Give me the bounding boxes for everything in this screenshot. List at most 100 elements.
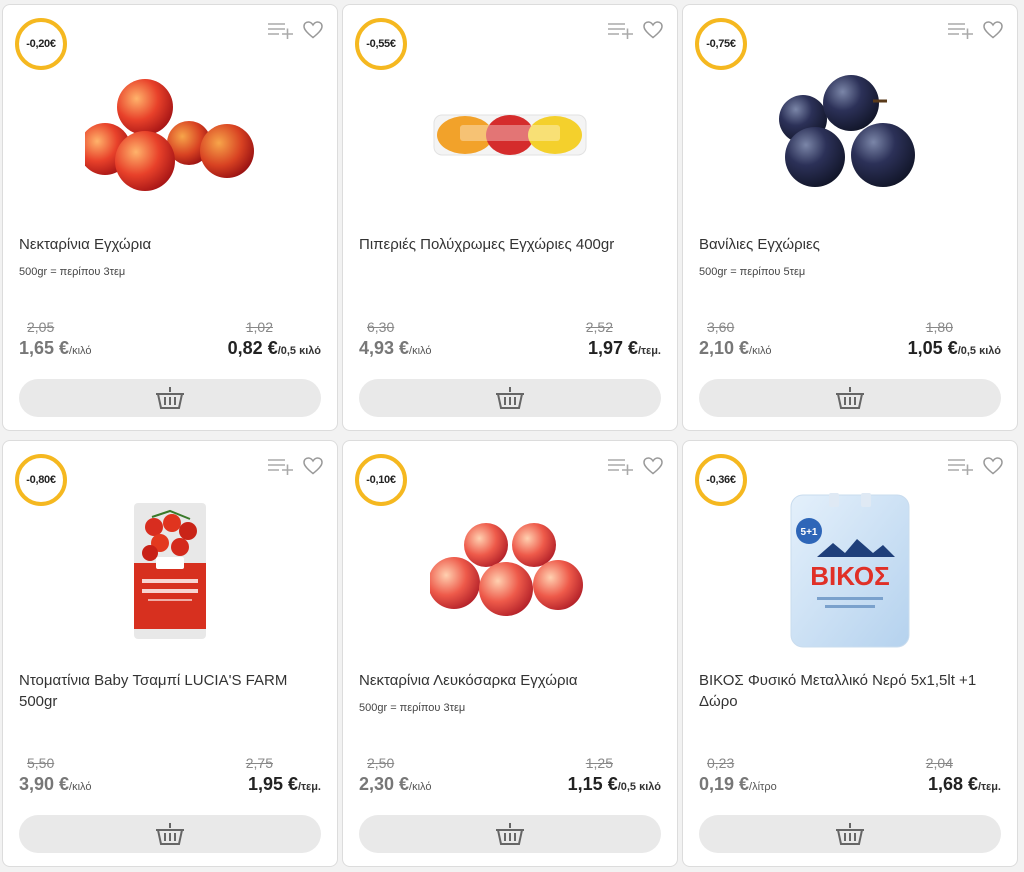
add-to-cart-button[interactable] — [19, 815, 321, 853]
item-price-label: /τεμ. — [978, 781, 1001, 793]
unit-price-value: 2,10 € — [699, 338, 750, 358]
product-card[interactable]: -0,20€ Νεκταρίνια Εγχώρια 500gr = περίπο… — [2, 4, 338, 431]
favorite-heart-icon[interactable] — [983, 21, 1003, 39]
basket-icon — [836, 823, 864, 845]
add-to-list-icon[interactable] — [947, 457, 975, 475]
old-price: 2,52 — [585, 319, 613, 335]
product-weight-note: 500gr = περίπου 3τεμ — [359, 702, 466, 714]
basket-icon — [156, 823, 184, 845]
product-name[interactable]: ΒΙΚΟΣ Φυσικό Μεταλλικό Νερό 5x1,5lt +1 Δ… — [699, 670, 1001, 712]
add-to-cart-button[interactable] — [19, 379, 321, 417]
basket-icon — [496, 823, 524, 845]
card-actions — [607, 21, 663, 39]
basket-icon — [496, 387, 524, 409]
item-price: 1,15 €/0,5 κιλό — [568, 774, 661, 795]
old-unit-price: 6,30 — [367, 319, 395, 335]
product-card[interactable]: -0,36€ 5+1 ΒΙΚΟΣ ΒΙΚΟΣ Φυσικό Μεταλλικό … — [682, 440, 1018, 867]
favorite-heart-icon[interactable] — [303, 457, 323, 475]
white-nectarines-image[interactable] — [343, 491, 677, 651]
favorite-heart-icon[interactable] — [983, 457, 1003, 475]
add-to-list-icon[interactable] — [267, 457, 295, 475]
peppers-image[interactable] — [343, 55, 677, 215]
product-card[interactable]: -0,55€ Πιπεριές Πολύχρωμες Εγχώριες 400g… — [342, 4, 678, 431]
product-name[interactable]: Νεκταρίνια Λευκόσαρκα Εγχώρια — [359, 670, 661, 691]
product-name[interactable]: Νεκταρίνια Εγχώρια — [19, 234, 321, 255]
card-actions — [947, 21, 1003, 39]
product-name[interactable]: Πιπεριές Πολύχρωμες Εγχώριες 400gr — [359, 234, 661, 255]
water-pack-image[interactable]: 5+1 ΒΙΚΟΣ — [683, 491, 1017, 651]
item-price-value: 1,95 € — [247, 774, 299, 794]
item-price: 0,82 €/0,5 κιλό — [228, 338, 321, 359]
plums-image[interactable] — [683, 55, 1017, 215]
card-actions — [267, 457, 323, 475]
old-unit-price: 0,23 — [707, 755, 735, 771]
unit-price: 3,90 €/κιλό — [19, 774, 92, 795]
item-price: 1,97 €/τεμ. — [588, 338, 661, 359]
unit-price-value: 1,65 € — [19, 338, 70, 358]
old-price: 1,25 — [585, 755, 613, 771]
old-price: 1,80 — [925, 319, 953, 335]
item-price-label: /0,5 κιλό — [277, 345, 321, 357]
unit-price-value: 2,30 € — [359, 774, 410, 794]
svg-text:5+1: 5+1 — [801, 527, 818, 538]
add-to-list-icon[interactable] — [947, 21, 975, 39]
unit-price: 1,65 €/κιλό — [19, 338, 92, 359]
unit-price-label: /λίτρο — [749, 781, 777, 793]
item-price: 1,68 €/τεμ. — [928, 774, 1001, 795]
product-name[interactable]: Ντοματίνια Baby Τσαμπί LUCIA'S FARM 500g… — [19, 670, 321, 712]
favorite-heart-icon[interactable] — [643, 21, 663, 39]
add-to-cart-button[interactable] — [699, 815, 1001, 853]
unit-price-label: /κιλό — [749, 345, 772, 357]
old-unit-price: 2,05 — [27, 319, 55, 335]
unit-price-value: 3,90 € — [19, 774, 70, 794]
old-unit-price: 2,50 — [367, 755, 395, 771]
svg-text:ΒΙΚΟΣ: ΒΙΚΟΣ — [810, 561, 889, 591]
add-to-list-icon[interactable] — [267, 21, 295, 39]
product-card[interactable]: -0,10€ Νεκταρίνια Λευκόσαρκα Εγχώρια 500… — [342, 440, 678, 867]
product-card[interactable]: -0,80€ Ντοματίνια Baby Τσαμπί LUCIA'S FA… — [2, 440, 338, 867]
card-actions — [267, 21, 323, 39]
unit-price-label: /κιλό — [409, 781, 432, 793]
favorite-heart-icon[interactable] — [303, 21, 323, 39]
unit-price-value: 0,19 € — [699, 774, 750, 794]
basket-icon — [156, 387, 184, 409]
old-price: 2,75 — [245, 755, 273, 771]
item-price-label: /0,5 κιλό — [617, 781, 661, 793]
item-price-value: 1,97 € — [587, 338, 639, 358]
item-price-label: /τεμ. — [298, 781, 321, 793]
basket-icon — [836, 387, 864, 409]
unit-price: 2,30 €/κιλό — [359, 774, 432, 795]
nectarines-image[interactable] — [3, 55, 337, 215]
unit-price-label: /κιλό — [69, 345, 92, 357]
item-price-value: 0,82 € — [227, 338, 278, 358]
product-weight-note: 500gr = περίπου 5τεμ — [699, 266, 806, 278]
unit-price: 0,19 €/λίτρο — [699, 774, 777, 795]
card-actions — [947, 457, 1003, 475]
old-price: 1,02 — [245, 319, 273, 335]
old-unit-price: 5,50 — [27, 755, 55, 771]
product-weight-note: 500gr = περίπου 3τεμ — [19, 266, 126, 278]
item-price: 1,05 €/0,5 κιλό — [908, 338, 1001, 359]
add-to-cart-button[interactable] — [699, 379, 1001, 417]
item-price-value: 1,05 € — [907, 338, 958, 358]
product-card[interactable]: -0,75€ Βανίλιες Εγχώριες 500gr = περίπου… — [682, 4, 1018, 431]
old-price: 2,04 — [925, 755, 953, 771]
item-price-label: /0,5 κιλό — [957, 345, 1001, 357]
add-to-cart-button[interactable] — [359, 815, 661, 853]
product-name[interactable]: Βανίλιες Εγχώριες — [699, 234, 1001, 255]
unit-price: 2,10 €/κιλό — [699, 338, 772, 359]
add-to-list-icon[interactable] — [607, 21, 635, 39]
item-price-value: 1,15 € — [567, 774, 618, 794]
card-actions — [607, 457, 663, 475]
product-grid: -0,20€ Νεκταρίνια Εγχώρια 500gr = περίπο… — [2, 4, 1018, 867]
add-to-cart-button[interactable] — [359, 379, 661, 417]
favorite-heart-icon[interactable] — [643, 457, 663, 475]
add-to-list-icon[interactable] — [607, 457, 635, 475]
unit-price: 4,93 €/κιλό — [359, 338, 432, 359]
cherry-tomatoes-pack-image[interactable] — [3, 491, 337, 651]
item-price-value: 1,68 € — [927, 774, 979, 794]
unit-price-label: /κιλό — [69, 781, 92, 793]
item-price: 1,95 €/τεμ. — [248, 774, 321, 795]
unit-price-label: /κιλό — [409, 345, 432, 357]
item-price-label: /τεμ. — [638, 345, 661, 357]
